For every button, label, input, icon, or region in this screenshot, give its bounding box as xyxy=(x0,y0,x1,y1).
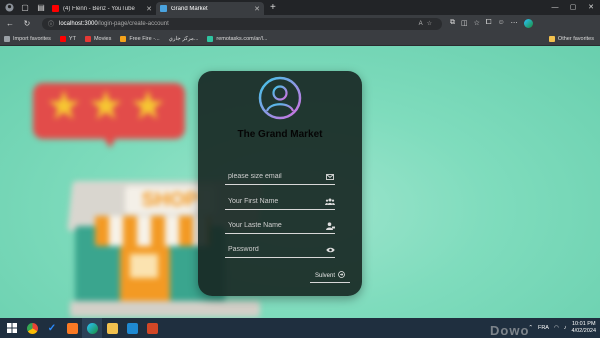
profile-icon[interactable] xyxy=(2,1,16,15)
back-icon[interactable]: ← xyxy=(3,19,17,28)
tab-grand-market[interactable]: Grand Market ✕ xyxy=(156,2,264,15)
page-icon xyxy=(160,5,167,12)
info-icon[interactable]: ⓘ xyxy=(48,19,54,28)
time: 10:01 PM xyxy=(571,321,596,327)
tab-title: (4) Flenn - Beriz - YouTube xyxy=(63,5,135,12)
rating-bubble-tail xyxy=(100,132,120,148)
collections-icon[interactable]: ⧠ xyxy=(486,19,492,28)
folder-icon xyxy=(4,35,10,42)
new-tab-button[interactable]: + xyxy=(270,2,276,13)
toolbar-right: ⧉ ◫ ☆ ⧠ ☺ ⋯ xyxy=(450,19,533,28)
system-tray: ⌃ FRA ◠ ♪ 10:01 PM 4/02/2024 xyxy=(528,321,600,335)
email-input[interactable] xyxy=(225,173,321,180)
create-account-card: The Grand Market Sulvent xyxy=(198,71,362,296)
address-bar[interactable]: ⓘ localhost:3000/login-page/create-accou… xyxy=(42,17,442,30)
bookmarks-bar: Import favorites YT Movies Free Fire -..… xyxy=(0,32,600,46)
more-options-icon[interactable]: ⋯ xyxy=(511,19,518,28)
email-field-row xyxy=(225,169,335,185)
tab-youtube[interactable]: (4) Flenn - Beriz - YouTube ✕ xyxy=(48,2,156,15)
star-icon: ★ xyxy=(130,84,166,128)
free-fire-icon xyxy=(120,35,127,42)
vscode-icon[interactable] xyxy=(122,318,142,338)
password-input[interactable] xyxy=(225,246,321,253)
other-favorites[interactable]: Other favorites xyxy=(548,35,594,42)
maximize-icon[interactable]: ▢ xyxy=(564,0,582,15)
close-tab-icon[interactable]: ✕ xyxy=(146,5,152,13)
first-name-field-row xyxy=(225,194,335,210)
wifi-icon[interactable]: ◠ xyxy=(554,325,559,331)
page-title: The Grand Market xyxy=(237,129,323,140)
first-name-input[interactable] xyxy=(225,198,321,205)
arrow-circle-right-icon xyxy=(338,271,345,280)
bookmark-yt[interactable]: YT xyxy=(59,35,76,42)
movies-icon xyxy=(84,35,91,42)
profile-sync-icon[interactable]: ☺ xyxy=(498,19,505,28)
todo-check-icon[interactable]: ✓ xyxy=(42,318,62,338)
extensions-icon[interactable]: ⧉ xyxy=(450,19,455,28)
tab-title: Grand Market xyxy=(171,5,208,12)
shop-window xyxy=(130,254,158,278)
page-viewport: ★ ★ ★ SHOP The Grand Market please size … xyxy=(0,46,600,318)
windows-start-icon[interactable] xyxy=(2,318,22,338)
last-name-field-row xyxy=(225,218,335,234)
youtube-icon xyxy=(59,35,66,42)
bookmark-import-favorites[interactable]: Import favorites xyxy=(4,35,51,42)
url-host: localhost:3000 xyxy=(59,20,98,27)
volume-icon[interactable]: ♪ xyxy=(564,325,567,331)
close-tab-icon[interactable]: ✕ xyxy=(254,5,260,13)
remotasks-icon xyxy=(207,35,214,42)
envelope-icon xyxy=(325,172,335,182)
edge-icon[interactable] xyxy=(82,318,102,338)
bookmark-free-fire[interactable]: Free Fire -... xyxy=(120,35,160,42)
xampp-icon[interactable] xyxy=(62,318,82,338)
date: 4/02/2024 xyxy=(571,328,596,334)
shop-base xyxy=(70,301,260,317)
tab-actions-icon[interactable]: ▤ xyxy=(34,1,48,15)
minimize-icon[interactable]: — xyxy=(546,0,564,15)
star-icon: ★ xyxy=(88,84,124,128)
file-explorer-icon[interactable] xyxy=(102,318,122,338)
tab-strip: ▢ ▤ (4) Flenn - Beriz - YouTube ✕ Grand … xyxy=(0,0,600,15)
powerpoint-icon[interactable] xyxy=(142,318,162,338)
read-aloud-favorite-icons[interactable]: A☆ xyxy=(419,20,436,27)
folder-icon xyxy=(548,35,555,42)
star-icon: ★ xyxy=(46,84,82,128)
refresh-icon[interactable]: ↻ xyxy=(20,19,34,28)
watermark-logo: Dowo xyxy=(490,323,530,338)
bookmark-arabic[interactable]: مركز جاري... xyxy=(169,36,199,42)
password-field-row xyxy=(225,242,335,258)
close-window-icon[interactable]: ✕ xyxy=(582,0,600,15)
window-controls: — ▢ ✕ xyxy=(546,0,600,15)
favorites-icon[interactable]: ☆ xyxy=(474,19,480,28)
workspaces-icon[interactable]: ▢ xyxy=(18,1,32,15)
submit-button[interactable]: Sulvent xyxy=(310,269,350,283)
user-avatar-icon xyxy=(256,74,304,122)
users-icon xyxy=(325,197,335,207)
split-screen-icon[interactable]: ◫ xyxy=(461,19,468,28)
copilot-icon[interactable] xyxy=(523,19,533,28)
user-tag-icon xyxy=(325,221,335,231)
eye-icon[interactable] xyxy=(325,245,335,255)
bookmark-movies[interactable]: Movies xyxy=(84,35,111,42)
bookmark-remotasks[interactable]: remotasks.com/ar/l... xyxy=(207,35,267,42)
navigation-bar: ← ↻ ⓘ localhost:3000/login-page/create-a… xyxy=(0,15,600,32)
clock[interactable]: 10:01 PM 4/02/2024 xyxy=(572,321,596,335)
shop-awning xyxy=(95,216,210,246)
submit-label: Sulvent xyxy=(314,272,335,279)
chrome-icon[interactable] xyxy=(22,318,42,338)
url-path: /login-page/create-account xyxy=(97,20,169,27)
youtube-icon xyxy=(52,5,59,12)
last-name-input[interactable] xyxy=(225,222,321,229)
language-indicator[interactable]: FRA xyxy=(538,325,549,331)
